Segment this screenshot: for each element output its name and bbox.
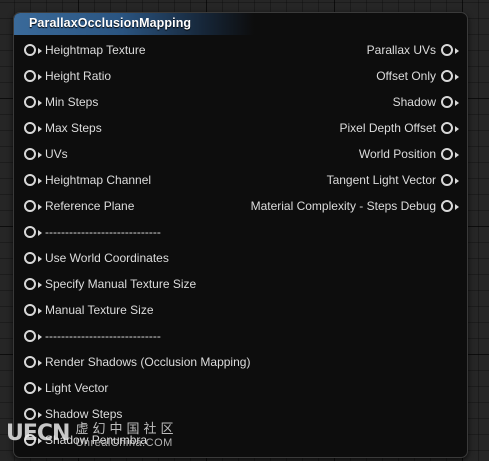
pin-label: Max Steps (45, 121, 102, 135)
pin-icon[interactable] (24, 408, 42, 420)
input-pin-separator-1[interactable]: ----------------------------- (24, 222, 161, 242)
pin-icon[interactable] (24, 44, 42, 56)
output-pin-pixel-depth-offset[interactable]: Pixel Depth Offset (339, 118, 459, 138)
input-pin-separator-2[interactable]: ----------------------------- (24, 326, 161, 346)
pin-icon[interactable] (24, 252, 42, 264)
output-pin-material-complexity[interactable]: Material Complexity - Steps Debug (251, 196, 459, 216)
pin-label: Min Steps (45, 95, 99, 109)
input-pin-specify-manual-texture-size[interactable]: Specify Manual Texture Size (24, 274, 196, 294)
pin-label: UVs (45, 147, 68, 161)
input-pin-heightmap-texture[interactable]: Heightmap Texture (24, 40, 146, 60)
output-pin-parallax-uvs[interactable]: Parallax UVs (367, 40, 459, 60)
input-pin-shadow-steps[interactable]: Shadow Steps (24, 404, 122, 424)
pin-label: Heightmap Texture (45, 43, 146, 57)
pin-icon[interactable] (24, 70, 42, 82)
input-pin-max-steps[interactable]: Max Steps (24, 118, 102, 138)
input-pin-uvs[interactable]: UVs (24, 144, 68, 164)
pin-icon[interactable] (24, 382, 42, 394)
pin-icon[interactable] (24, 434, 42, 446)
pin-icon[interactable] (441, 44, 459, 56)
input-pin-shadow-penumbra[interactable]: Shadow Penumbra (24, 430, 147, 450)
output-pin-shadow[interactable]: Shadow (393, 92, 459, 112)
parallax-occlusion-mapping-node[interactable]: ParallaxOcclusionMapping Heightmap Textu… (13, 12, 468, 458)
pin-icon[interactable] (441, 70, 459, 82)
pin-icon[interactable] (441, 148, 459, 160)
pin-icon[interactable] (441, 174, 459, 186)
pin-icon[interactable] (24, 174, 42, 186)
pin-label: Shadow Steps (45, 407, 123, 421)
output-pin-offset-only[interactable]: Offset Only (376, 66, 459, 86)
pin-label: Specify Manual Texture Size (45, 277, 197, 291)
node-header[interactable]: ParallaxOcclusionMapping (14, 13, 254, 35)
input-pin-heightmap-channel[interactable]: Heightmap Channel (24, 170, 151, 190)
output-pin-world-position[interactable]: World Position (359, 144, 459, 164)
pin-icon[interactable] (24, 148, 42, 160)
pin-label: Height Ratio (45, 69, 112, 83)
pin-icon[interactable] (441, 200, 459, 212)
input-pin-reference-plane[interactable]: Reference Plane (24, 196, 134, 216)
pin-label: Offset Only (376, 69, 436, 83)
pin-label: ----------------------------- (45, 225, 161, 239)
pin-icon[interactable] (24, 304, 42, 316)
pin-label: Shadow Penumbra (45, 433, 148, 447)
pin-label: World Position (358, 147, 436, 161)
pin-icon[interactable] (24, 356, 42, 368)
input-pin-light-vector[interactable]: Light Vector (24, 378, 108, 398)
pin-label: Light Vector (45, 381, 109, 395)
pin-label: Reference Plane (45, 199, 135, 213)
pin-label: Manual Texture Size (45, 303, 154, 317)
pin-icon[interactable] (441, 96, 459, 108)
input-pin-height-ratio[interactable]: Height Ratio (24, 66, 111, 86)
input-pin-render-shadows[interactable]: Render Shadows (Occlusion Mapping) (24, 352, 250, 372)
pin-label: Render Shadows (Occlusion Mapping) (45, 355, 251, 369)
pin-icon[interactable] (24, 330, 42, 342)
pin-label: Shadow (392, 95, 436, 109)
input-pin-min-steps[interactable]: Min Steps (24, 92, 98, 112)
pin-icon[interactable] (24, 278, 42, 290)
pin-label: Material Complexity - Steps Debug (250, 199, 436, 213)
pin-icon[interactable] (24, 226, 42, 238)
input-pin-use-world-coordinates[interactable]: Use World Coordinates (24, 248, 169, 268)
pin-icon[interactable] (24, 96, 42, 108)
pin-label: Use World Coordinates (45, 251, 169, 265)
node-title: ParallaxOcclusionMapping (29, 16, 192, 30)
pin-label: Heightmap Channel (45, 173, 152, 187)
pin-label: Tangent Light Vector (326, 173, 436, 187)
pin-label: Parallax UVs (366, 43, 436, 57)
input-pin-manual-texture-size[interactable]: Manual Texture Size (24, 300, 154, 320)
pin-icon[interactable] (441, 122, 459, 134)
pin-icon[interactable] (24, 200, 42, 212)
pin-icon[interactable] (24, 122, 42, 134)
pin-label: ----------------------------- (45, 329, 161, 343)
pin-label: Pixel Depth Offset (339, 121, 437, 135)
output-pin-tangent-light-vector[interactable]: Tangent Light Vector (327, 170, 459, 190)
